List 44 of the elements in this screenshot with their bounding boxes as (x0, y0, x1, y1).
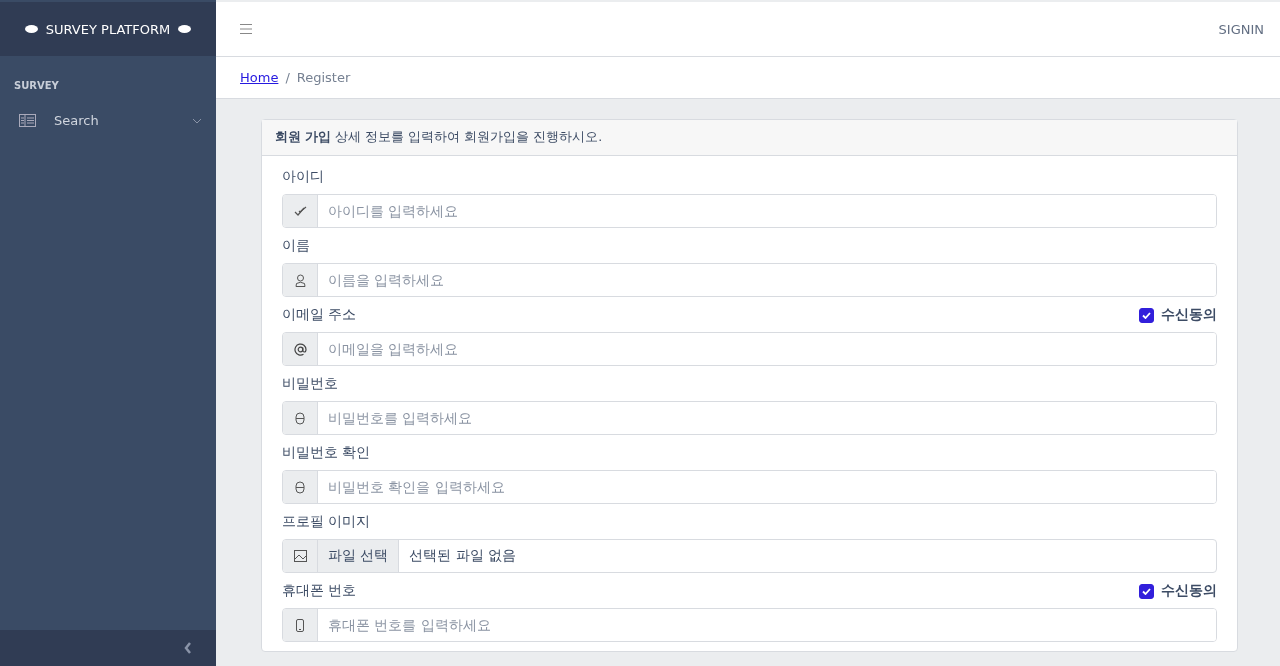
lock-icon (295, 480, 305, 494)
input-field[interactable]: 비밀번호를 입력하세요 (282, 401, 1217, 435)
menu-icon[interactable] (239, 23, 253, 35)
brand-title: SURVEY PLATFORM (45, 21, 171, 37)
input-field[interactable]: 아이디를 입력하세요 (282, 194, 1217, 228)
sidebar-item[interactable]: Search (0, 101, 216, 140)
file-input-field[interactable]: 파일 선택 선택된 파일 없음 (282, 539, 1217, 573)
sidebar-toggle[interactable] (0, 630, 216, 666)
field-label: 비밀번호 확인 (282, 444, 371, 462)
file-select-button[interactable]: 파일 선택 (318, 540, 400, 572)
breadcrumb-link[interactable]: Home (240, 70, 279, 85)
at-sign-icon (293, 342, 307, 356)
field-label: 프로필 이미지 (282, 513, 371, 531)
checkmark-icon (1142, 311, 1151, 319)
section-title: SURVEY (13, 79, 60, 93)
input-field[interactable]: 이메일을 입력하세요 (282, 332, 1217, 366)
breadcrumb-separator: / (285, 70, 290, 85)
consent-checkbox[interactable] (1139, 583, 1154, 599)
signin-link[interactable]: SIGNIN (1218, 21, 1264, 37)
person-icon (294, 273, 306, 287)
input-field[interactable]: 비밀번호 확인을 입력하세요 (282, 470, 1217, 504)
image-icon (293, 550, 307, 562)
double-check-icon (293, 205, 307, 217)
phone-icon (296, 618, 304, 632)
field-label: 이메일 주소 (282, 306, 357, 324)
field-label: 이름 (282, 237, 310, 255)
card-header-text: 회원 가입 상세 정보를 입력하여 회원가입을 진행하시오. (275, 129, 603, 144)
chevron-icon (192, 117, 202, 124)
consent-label: 수신동의 (1161, 306, 1217, 324)
field-label: 휴대폰 번호 (282, 582, 357, 600)
checkmark-icon (1142, 587, 1151, 595)
lock-icon (295, 411, 305, 425)
list-icon (19, 114, 36, 127)
consent-checkbox[interactable] (1139, 307, 1154, 323)
cloud-icon (178, 25, 192, 33)
file-name-field[interactable]: 선택된 파일 없음 (399, 540, 1216, 572)
cloud-icon (24, 25, 38, 33)
field-label: 비밀번호 (282, 375, 338, 393)
input-field[interactable]: 휴대폰 번호를 입력하세요 (282, 608, 1217, 642)
input-field[interactable]: 이름을 입력하세요 (282, 263, 1217, 297)
breadcrumb-current: Register (296, 70, 351, 85)
consent-label: 수신동의 (1161, 582, 1217, 600)
chevron-left-icon (184, 642, 192, 654)
field-label: 아이디 (282, 168, 324, 186)
